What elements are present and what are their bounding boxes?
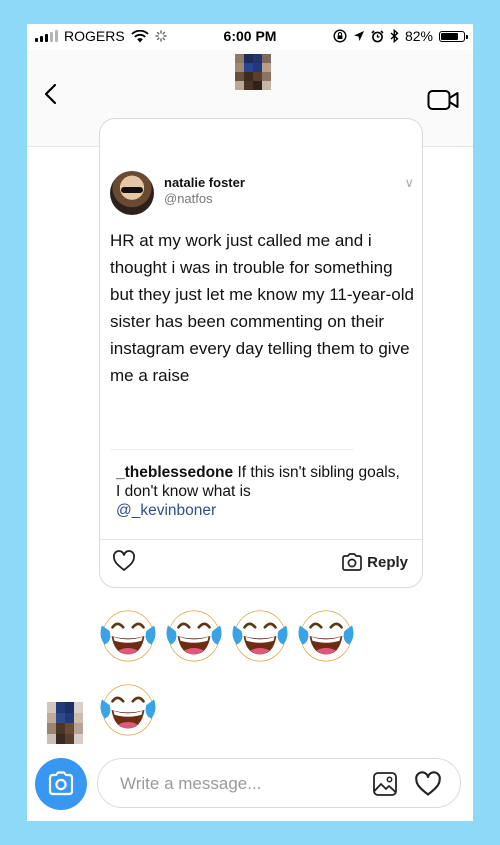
post-caption: _theblessedone If this isn't sibling goa… (116, 463, 406, 520)
joy-emoji-2[interactable] (165, 606, 223, 664)
chevron-down-icon[interactable]: ∨ (404, 175, 414, 191)
author-handle: @natfos (164, 191, 213, 206)
bluetooth-icon (390, 29, 399, 43)
battery-fill (441, 32, 459, 40)
caption-username[interactable]: _theblessedone (116, 464, 233, 481)
caption-mention[interactable]: @_kevinboner (116, 502, 216, 519)
message-input[interactable]: Write a message... (97, 758, 461, 808)
shared-post-card[interactable]: natalie foster @natfos ∨ HR at my work j… (99, 118, 423, 588)
location-arrow-icon (353, 31, 364, 41)
gallery-icon[interactable] (372, 771, 398, 797)
heart-icon[interactable] (414, 770, 442, 798)
joy-emoji-5[interactable] (99, 680, 157, 738)
battery-percent: 82% (404, 28, 433, 44)
camera-icon (48, 771, 74, 796)
status-right: 82% (333, 28, 468, 44)
joy-emoji-3[interactable] (231, 606, 289, 664)
alarm-icon (371, 29, 384, 42)
author-name: natalie foster (164, 175, 245, 190)
status-bar: ROGERS 6:00 PM 82% (27, 24, 473, 50)
divider (100, 539, 422, 540)
joy-emoji-1[interactable] (99, 606, 157, 664)
battery-icon (439, 30, 468, 42)
tweet-text: HR at my work just called me and i thoug… (110, 231, 414, 385)
message-placeholder: Write a message... (120, 774, 262, 793)
heart-icon[interactable] (112, 549, 136, 573)
author-avatar (110, 171, 154, 215)
sender-avatar[interactable] (47, 702, 83, 744)
phone-screen: ROGERS 6:00 PM 82% natalie foster @natfo… (27, 24, 473, 821)
contact-avatar[interactable] (235, 54, 271, 90)
video-call-icon[interactable] (427, 88, 459, 112)
camera-icon (342, 553, 362, 571)
divider (110, 449, 354, 450)
camera-button[interactable] (35, 758, 87, 810)
message-composer: Write a message... (27, 752, 473, 821)
back-chevron-icon[interactable] (39, 82, 63, 106)
reply-label: Reply (367, 553, 408, 571)
screen-lock-icon (333, 29, 347, 43)
reply-button[interactable]: Reply (341, 551, 408, 573)
joy-emoji-4[interactable] (297, 606, 355, 664)
